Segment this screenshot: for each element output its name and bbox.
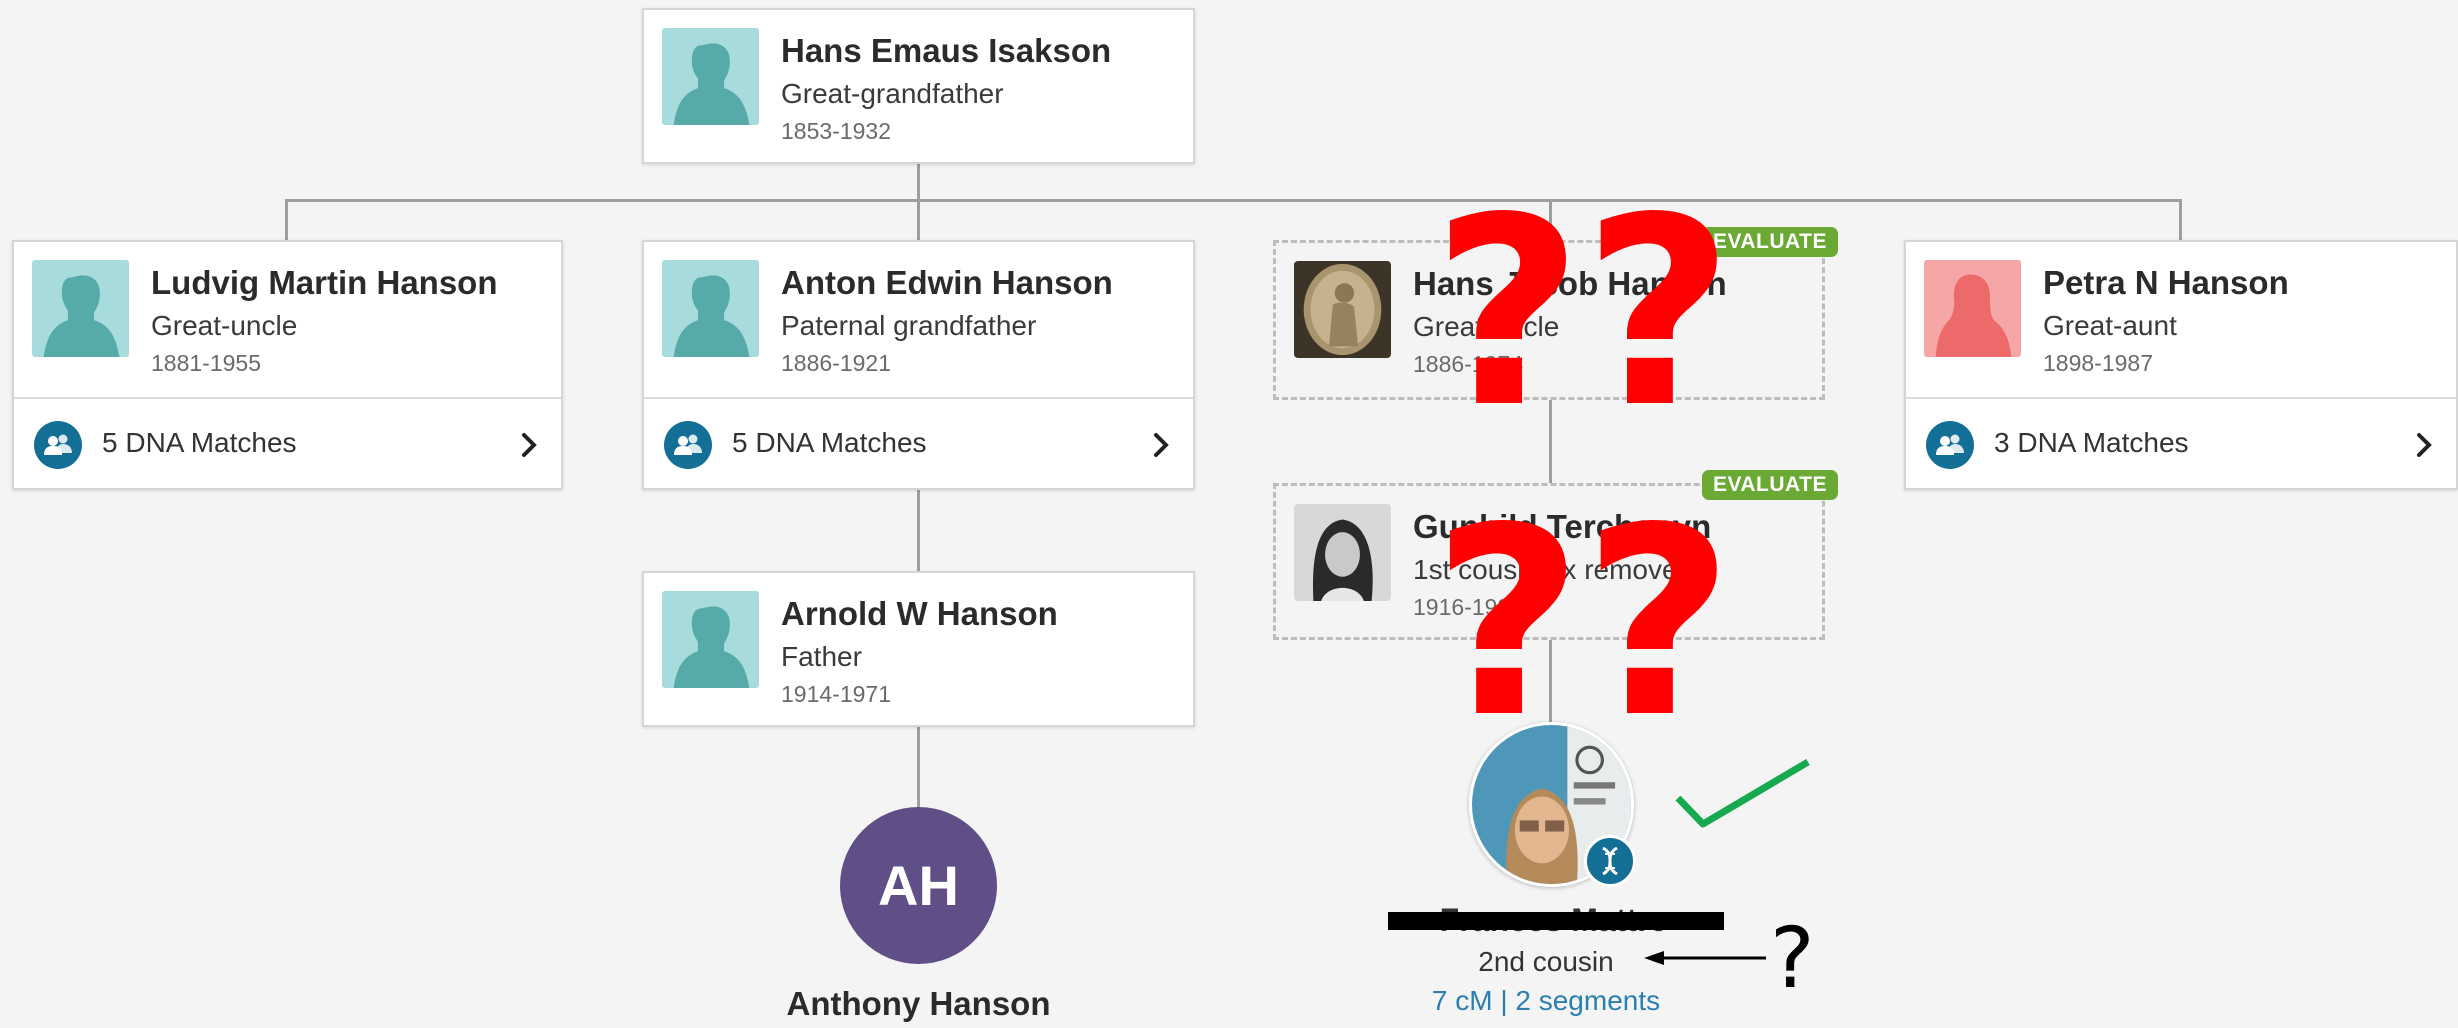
person-silhouette-icon <box>662 260 759 357</box>
person-name: Arnold W Hanson <box>781 595 1058 632</box>
annotation-question-mark: ? <box>1770 909 1815 1007</box>
person-card-arnold-w-hanson[interactable]: Arnold W Hanson Father 1914-1971 <box>642 571 1195 727</box>
dna-matches-icon <box>34 421 82 469</box>
redaction-bar <box>1388 912 1724 930</box>
dna-matches-row[interactable]: 3 DNA Matches <box>1906 397 2456 488</box>
self-avatar[interactable]: AH <box>840 807 997 964</box>
person-card-ludvig-martin-hanson[interactable]: Ludvig Martin Hanson Great-uncle 1881-19… <box>12 240 563 490</box>
person-name: Hans Emaus Isakson <box>781 32 1112 69</box>
dna-match-shared-cm[interactable]: 7 cM | 2 segments <box>1386 985 1706 1017</box>
person-name: Ludvig Martin Hanson <box>151 264 498 301</box>
dna-match-relationship: 2nd cousin <box>1478 946 1614 977</box>
chevron-right-icon <box>517 421 541 469</box>
annotation-question-marks: ?? <box>1432 473 1734 775</box>
person-relationship: Father <box>781 641 862 672</box>
dna-matches-row[interactable]: 5 DNA Matches <box>14 397 561 488</box>
person-dates: 1914-1971 <box>781 681 891 707</box>
annotation-question-marks: ?? <box>1432 163 1734 465</box>
connector-line <box>917 199 920 241</box>
dna-matches-icon <box>664 421 712 469</box>
person-relationship: Great-aunt <box>2043 310 2177 341</box>
connector-line <box>917 727 920 807</box>
person-name: Petra N Hanson <box>2043 264 2289 301</box>
person-card-petra-n-hanson[interactable]: Petra N Hanson Great-aunt 1898-1987 3 DN… <box>1904 240 2458 490</box>
person-relationship: Great-grandfather <box>781 78 1004 109</box>
chevron-right-icon <box>2412 421 2436 469</box>
person-card-anton-edwin-hanson[interactable]: Anton Edwin Hanson Paternal grandfather … <box>642 240 1195 490</box>
connector-line <box>2179 199 2182 241</box>
person-card-hans-emaus-isakson[interactable]: Hans Emaus Isakson Great-grandfather 185… <box>642 8 1195 164</box>
connector-line <box>285 199 2181 202</box>
person-dates: 1886-1921 <box>781 350 891 376</box>
dna-icon <box>1584 835 1636 887</box>
person-silhouette-icon <box>662 591 759 688</box>
portrait-photo <box>1294 504 1391 601</box>
person-name: Anton Edwin Hanson <box>781 264 1113 301</box>
person-silhouette-icon <box>32 260 129 357</box>
connector-line <box>285 199 288 241</box>
dna-matches-count: 3 DNA Matches <box>1994 427 2189 458</box>
self-name: Anthony Hanson <box>786 985 1051 1022</box>
portrait-photo <box>1294 261 1391 358</box>
annotation-overlay <box>1644 758 1810 965</box>
person-relationship: Great-uncle <box>151 310 298 341</box>
dna-matches-count: 5 DNA Matches <box>102 427 297 458</box>
connector-line <box>917 490 920 571</box>
person-dates: 1853-1932 <box>781 118 891 144</box>
connector-line <box>917 164 920 202</box>
dna-matches-icon <box>1926 421 1974 469</box>
chevron-right-icon <box>1149 421 1173 469</box>
person-silhouette-icon <box>662 28 759 125</box>
dna-matches-count: 5 DNA Matches <box>732 427 927 458</box>
dna-matches-row[interactable]: 5 DNA Matches <box>644 397 1193 488</box>
person-silhouette-icon <box>1924 260 2021 357</box>
person-dates: 1881-1955 <box>151 350 261 376</box>
person-relationship: Paternal grandfather <box>781 310 1037 341</box>
person-dates: 1898-1987 <box>2043 350 2153 376</box>
